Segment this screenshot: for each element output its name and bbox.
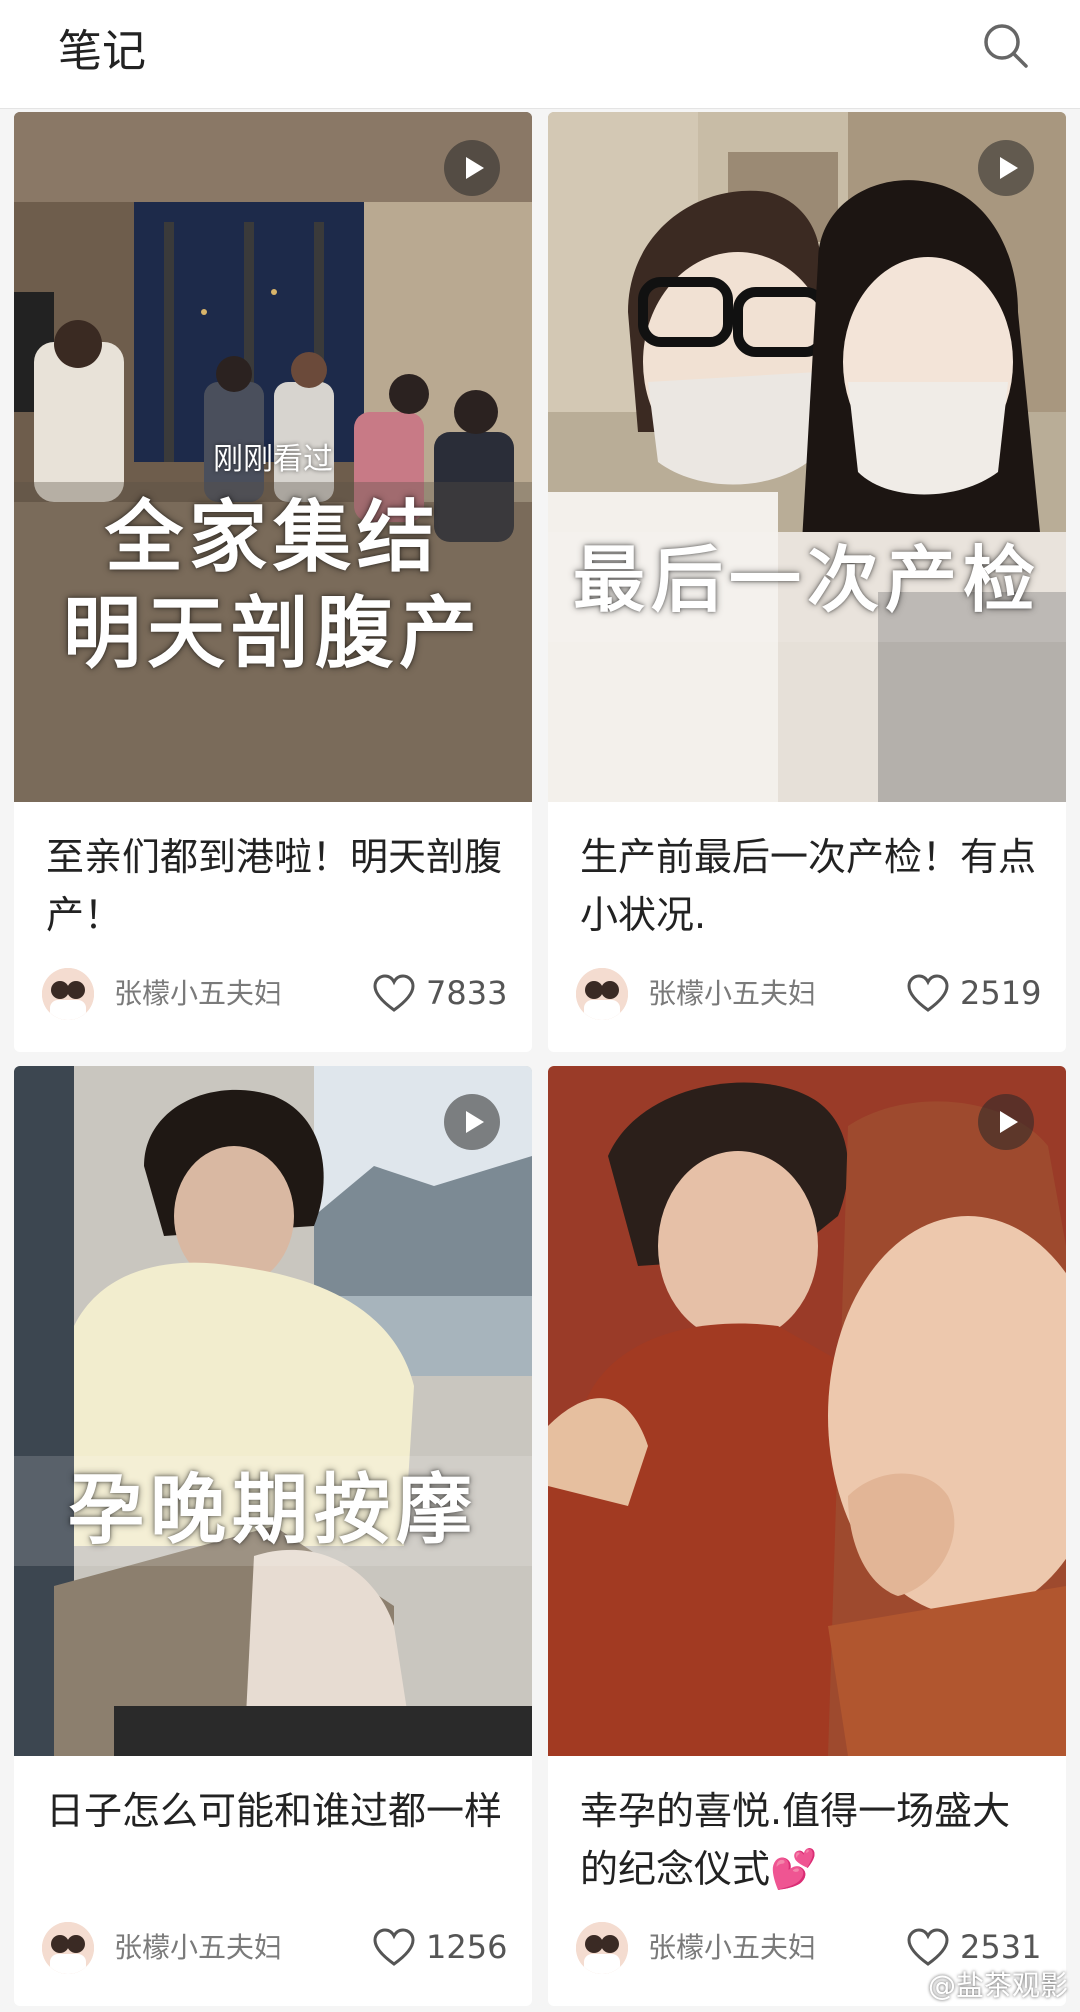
note-card[interactable]: 幸孕的喜悦.值得一场盛大的纪念仪式💕 张檬小五夫妇 2531 [548, 1066, 1066, 2006]
play-icon [466, 157, 484, 179]
video-play-button[interactable] [444, 1094, 500, 1150]
author-avatar[interactable] [576, 1922, 628, 1974]
note-title[interactable]: 生产前最后一次产检！有点小状况. [580, 828, 1040, 944]
thumbnail-caption-line: 明天剖腹产 [62, 589, 483, 679]
play-icon [466, 1111, 484, 1133]
play-icon [1000, 157, 1018, 179]
video-play-button[interactable] [444, 140, 500, 196]
video-play-button[interactable] [978, 1094, 1034, 1150]
author-name[interactable]: 张檬小五夫妇 [114, 1928, 282, 1968]
author-name[interactable]: 张檬小五夫妇 [114, 974, 282, 1014]
note-thumbnail[interactable]: 刚刚看过 全家集结 明天剖腹产 [14, 112, 532, 802]
author-avatar[interactable] [42, 1922, 94, 1974]
search-icon [984, 24, 1028, 68]
note-title[interactable]: 至亲们都到港啦！明天剖腹产！ [46, 828, 506, 944]
note-title[interactable]: 日子怎么可能和谁过都一样 [46, 1782, 506, 1840]
note-footer: 张檬小五夫妇 7833 [14, 964, 532, 1024]
author-name[interactable]: 张檬小五夫妇 [648, 974, 816, 1014]
note-card[interactable]: 孕晚期按摩 日子怎么可能和谁过都一样 张檬小五夫妇 1256 [14, 1066, 532, 2006]
thumbnail-image [548, 1066, 1066, 1756]
video-play-button[interactable] [978, 140, 1034, 196]
heart-icon[interactable] [372, 1928, 416, 1968]
note-footer: 张檬小五夫妇 2519 [548, 964, 1066, 1024]
heart-icon[interactable] [372, 974, 416, 1014]
author-avatar[interactable] [576, 968, 628, 1020]
app-header: 笔记 [0, 0, 1080, 109]
thumbnail-caption-line: 全家集结 [104, 493, 441, 583]
author-name[interactable]: 张檬小五夫妇 [648, 1928, 816, 1968]
watermark: @盐茶观影 [927, 1969, 1068, 2002]
thumbnail-image [548, 112, 1066, 802]
thumbnail-caption-line: 孕晚期按摩 [68, 1465, 478, 1554]
like-count: 7833 [426, 974, 508, 1012]
play-icon [1000, 1111, 1018, 1133]
note-card[interactable]: 最后一次产检 生产前最后一次产检！有点小状况. 张檬小五夫妇 2519 [548, 112, 1066, 1052]
like-count: 2519 [960, 974, 1042, 1012]
note-footer: 张檬小五夫妇 1256 [14, 1918, 532, 1978]
recently-viewed-tag: 刚刚看过 [213, 442, 333, 477]
note-card[interactable]: 刚刚看过 全家集结 明天剖腹产 至亲们都到港啦！明天剖腹产！ 张檬小五夫妇 78… [14, 112, 532, 1052]
like-count: 1256 [426, 1928, 508, 1966]
thumbnail-caption-line: 最后一次产检 [572, 538, 1041, 622]
page-title: 笔记 [58, 26, 146, 77]
note-thumbnail[interactable]: 最后一次产检 [548, 112, 1066, 802]
like-count: 2531 [960, 1928, 1042, 1966]
heart-icon[interactable] [906, 1928, 950, 1968]
author-avatar[interactable] [42, 968, 94, 1020]
note-thumbnail[interactable] [548, 1066, 1066, 1756]
note-title[interactable]: 幸孕的喜悦.值得一场盛大的纪念仪式💕 [580, 1782, 1040, 1898]
heart-icon[interactable] [906, 974, 950, 1014]
thumbnail-image [14, 1066, 532, 1756]
search-button[interactable] [978, 18, 1032, 72]
note-thumbnail[interactable]: 孕晚期按摩 [14, 1066, 532, 1756]
